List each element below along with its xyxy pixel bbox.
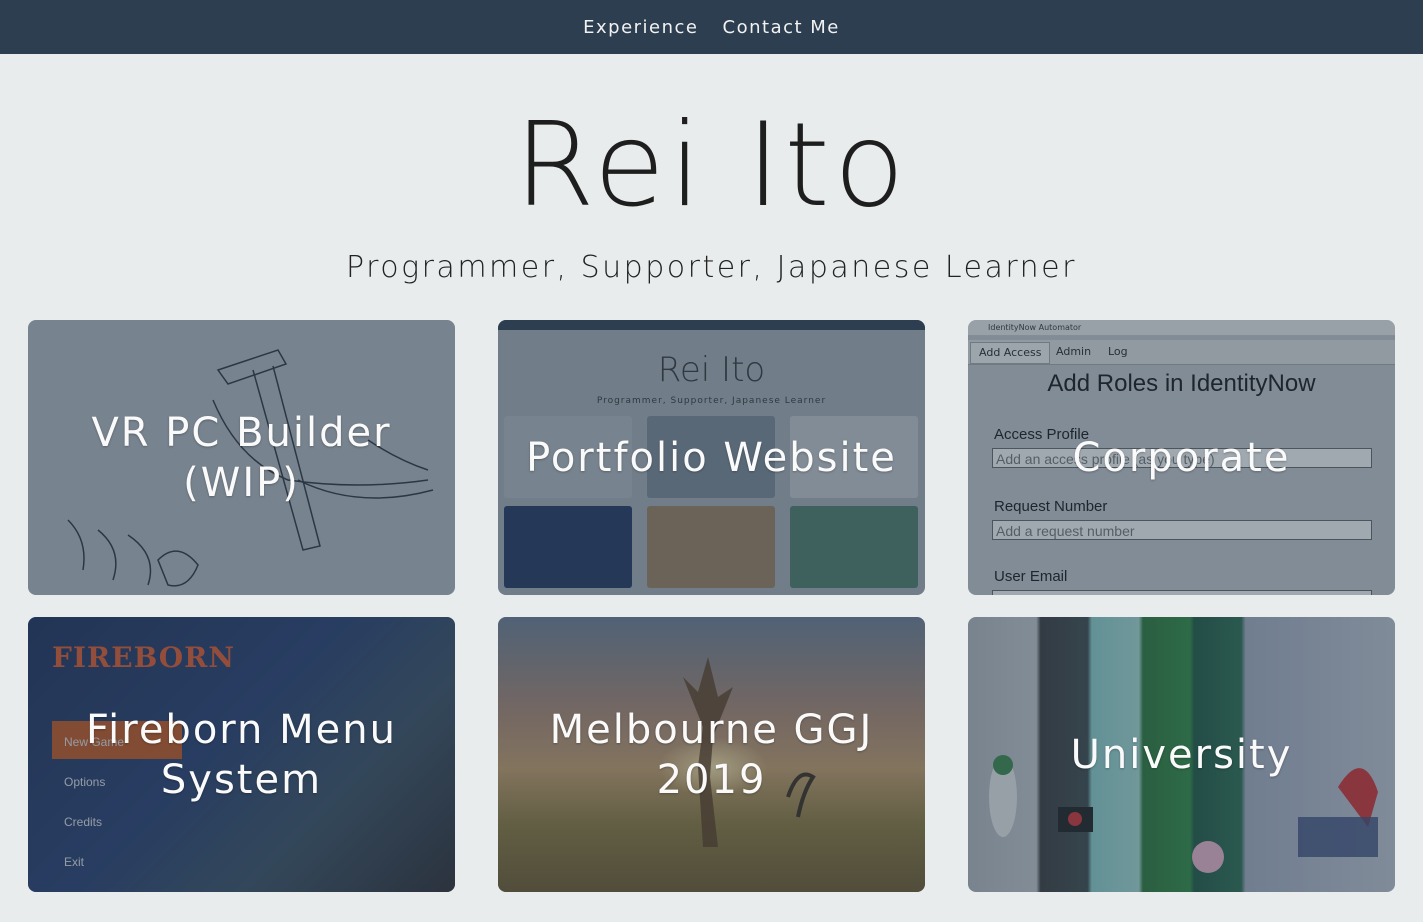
nav-contact-link[interactable]: Contact Me <box>723 17 840 38</box>
card-title: VR PC Builder (WIP) <box>91 409 392 506</box>
project-card-vr-pc-builder[interactable]: VR PC Builder (WIP) <box>28 320 455 595</box>
card-title: Corporate <box>1072 434 1291 481</box>
card-title: University <box>1070 731 1293 778</box>
project-card-portfolio-website[interactable]: Rei Ito Programmer, Supporter, Japanese … <box>498 320 925 595</box>
project-card-corporate[interactable]: IdentityNow Automator Add Access Admin L… <box>968 320 1395 595</box>
page-subtitle: Programmer, Supporter, Japanese Learner <box>346 250 1077 285</box>
card-title: Portfolio Website <box>526 434 897 481</box>
project-card-melbourne-ggj-2019[interactable]: Melbourne GGJ 2019 <box>498 617 925 892</box>
nav-experience-link[interactable]: Experience <box>583 17 698 38</box>
card-title: Fireborn Menu System <box>86 706 397 803</box>
top-navbar: Experience Contact Me <box>0 0 1423 54</box>
card-title: Melbourne GGJ 2019 <box>549 706 874 803</box>
project-card-university[interactable]: University <box>968 617 1395 892</box>
page-title: Rei Ito <box>514 98 909 233</box>
project-card-fireborn-menu-system[interactable]: FIREBORN New Game Options Credits Exit F… <box>28 617 455 892</box>
